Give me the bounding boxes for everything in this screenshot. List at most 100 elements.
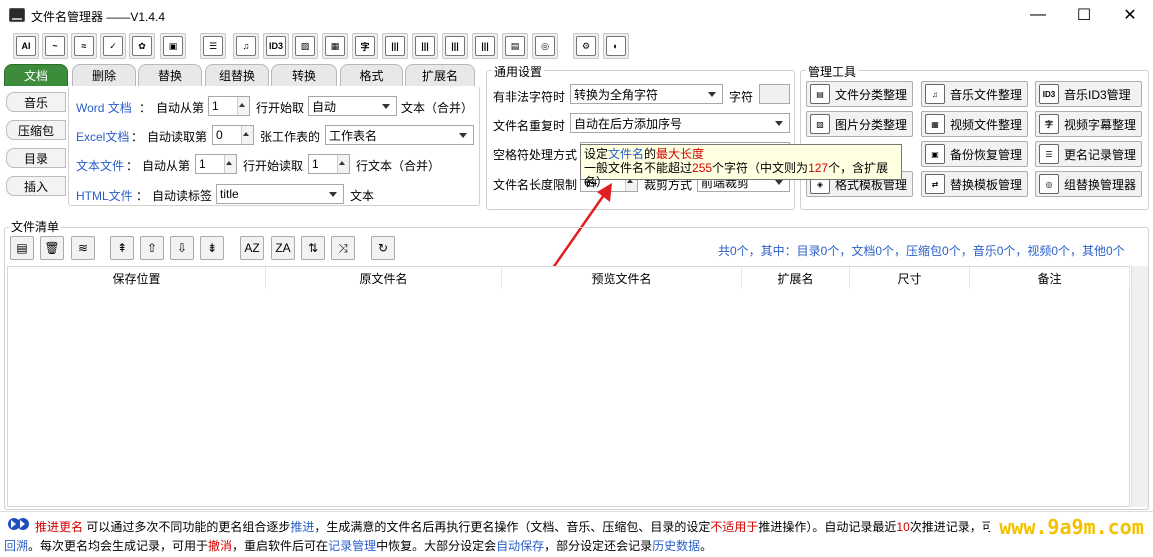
- toolbar-button-2[interactable]: ~: [42, 33, 68, 59]
- list-button-1[interactable]: ▤: [10, 236, 34, 260]
- html-tag-select[interactable]: title: [216, 184, 344, 204]
- toolbar-icon-13: |||: [385, 36, 405, 56]
- list-button-3[interactable]: ≋: [71, 236, 95, 260]
- toolbar-icon-1: AI: [16, 36, 36, 56]
- tab-0[interactable]: 文档: [4, 64, 68, 86]
- minimize-button[interactable]: —: [1015, 0, 1061, 30]
- toolbar-button-9[interactable]: ID3: [263, 33, 289, 59]
- word-start-stepper[interactable]: 1: [208, 96, 250, 116]
- vertical-scrollbar[interactable]: [1131, 266, 1148, 507]
- word-text3: 文本（合并）: [401, 101, 474, 115]
- toolbar-button-16[interactable]: |||: [472, 33, 498, 59]
- list-button-9[interactable]: ZA: [271, 236, 295, 260]
- list-button-5[interactable]: ⇧: [140, 236, 164, 260]
- excel-sheet-select[interactable]: 工作表名: [325, 125, 474, 145]
- tab-4[interactable]: 转换: [271, 64, 337, 86]
- manage-button-1[interactable]: ♫ 音乐文件整理: [921, 81, 1028, 107]
- list-button-12[interactable]: ↻: [371, 236, 395, 260]
- side-tab-0[interactable]: 音乐: [6, 92, 66, 112]
- manage-label-5: 视频字幕整理: [1064, 117, 1137, 132]
- toolbar-button-17[interactable]: ▤: [502, 33, 528, 59]
- status-line-1: 推进更名 可以通过多次不同功能的更名组合逐步推进，生成满意的文件名后再执行更名操…: [35, 520, 994, 534]
- word-mode-select[interactable]: 自动: [308, 96, 397, 116]
- toolbar-icon-2: ~: [45, 36, 65, 56]
- tab-6[interactable]: 扩展名: [405, 64, 475, 86]
- list-button-10[interactable]: ⇅: [301, 236, 325, 260]
- maximize-button[interactable]: ☐: [1061, 0, 1107, 30]
- column-header-0[interactable]: 保存位置: [8, 267, 266, 289]
- toolbar-button-8[interactable]: ♫: [233, 33, 259, 59]
- toolbar-button-1[interactable]: AI: [13, 33, 39, 59]
- list-button-7[interactable]: ⇟: [200, 236, 224, 260]
- text-text2: 行开始读取: [243, 159, 304, 173]
- list-button-8[interactable]: AZ: [240, 236, 264, 260]
- manage-icon-1: ♫: [925, 84, 945, 104]
- manage-button-2[interactable]: ID3 音乐ID3管理: [1035, 81, 1142, 107]
- tab-1[interactable]: 删除: [72, 64, 136, 86]
- excel-sheet-stepper[interactable]: 0: [212, 125, 254, 145]
- manage-button-7[interactable]: ☰ 更名记录管理: [1035, 141, 1142, 167]
- toolbar-button-19[interactable]: ⚙: [573, 33, 599, 59]
- toolbar-icon-7: ☰: [203, 36, 223, 56]
- manage-button-6[interactable]: ▣ 备份恢复管理: [921, 141, 1028, 167]
- toolbar-button-6[interactable]: ▣: [160, 33, 186, 59]
- toolbar-button-18[interactable]: ◎: [532, 33, 558, 59]
- list-button-6[interactable]: ⇩: [170, 236, 194, 260]
- manage-label-6: 备份恢复管理: [950, 147, 1023, 162]
- tab-2[interactable]: 替换: [138, 64, 202, 86]
- excel-colon: ：: [131, 130, 144, 144]
- toolbar-icon-14: |||: [415, 36, 435, 56]
- toolbar-button-10[interactable]: ▨: [292, 33, 318, 59]
- file-list-table[interactable]: [7, 266, 1130, 507]
- duplicate-select[interactable]: 自动在后方添加序号: [570, 113, 790, 133]
- text-label: 文本文件: [76, 159, 125, 173]
- toolbar-icon-17: ▤: [505, 36, 525, 56]
- toolbar-button-4[interactable]: ✓: [100, 33, 126, 59]
- manage-button-3[interactable]: ▨ 图片分类整理: [806, 111, 913, 137]
- column-header-3[interactable]: 扩展名: [742, 267, 850, 289]
- column-header-1[interactable]: 原文件名: [266, 267, 502, 289]
- manage-label-3: 图片分类整理: [835, 117, 908, 132]
- replace-char-input[interactable]: [759, 84, 790, 104]
- manage-icon-9: ⇄: [925, 174, 945, 194]
- toolbar-button-7[interactable]: ☰: [200, 33, 226, 59]
- toolbar-button-20[interactable]: ◐: [603, 33, 629, 59]
- text-colon: ：: [126, 159, 139, 173]
- illegal-char-select[interactable]: 转换为全角字符: [570, 84, 723, 104]
- toolbar-button-13[interactable]: |||: [382, 33, 408, 59]
- toolbar-button-15[interactable]: |||: [442, 33, 468, 59]
- close-button[interactable]: ✕: [1107, 0, 1153, 30]
- illegal-char-label: 有非法字符时: [493, 90, 566, 104]
- side-tab-2[interactable]: 目录: [6, 148, 66, 168]
- list-button-4[interactable]: ⇞: [110, 236, 134, 260]
- toolbar-button-5[interactable]: ✿: [129, 33, 155, 59]
- html-text2: 文本: [350, 189, 375, 203]
- file-list-title: 文件清单: [9, 218, 62, 235]
- tab-3[interactable]: 组替换: [205, 64, 269, 86]
- list-button-11[interactable]: ⤨: [331, 236, 355, 260]
- manage-button-0[interactable]: ▤ 文件分类整理: [806, 81, 913, 107]
- text-start-stepper[interactable]: 1: [195, 154, 237, 174]
- manage-button-10[interactable]: ◎ 组替换管理器: [1035, 171, 1142, 197]
- column-header-2[interactable]: 预览文件名: [502, 267, 742, 289]
- text-text1: 自动从第: [142, 159, 191, 173]
- manage-button-5[interactable]: 字视频字幕整理: [1035, 111, 1142, 137]
- tab-5[interactable]: 格式: [340, 64, 403, 86]
- side-tab-3[interactable]: 插入: [6, 176, 66, 196]
- toolbar-button-3[interactable]: ≈: [71, 33, 97, 59]
- toolbar-button-12[interactable]: 字: [352, 33, 378, 59]
- manage-icon-6: ▣: [925, 144, 945, 164]
- manage-button-4[interactable]: ▦ 视频文件整理: [921, 111, 1028, 137]
- column-header-4[interactable]: 尺寸: [850, 267, 970, 289]
- side-tab-1[interactable]: 压缩包: [6, 120, 66, 140]
- text-rows-stepper[interactable]: 1: [308, 154, 350, 174]
- list-button-2[interactable]: 🗑: [40, 236, 64, 260]
- length-tooltip: 设定文件名的最大长度 一般文件名不能超过255个字符（中文则为127个，含扩展名…: [580, 144, 902, 189]
- manage-button-9[interactable]: ⇄ 替换模板管理: [921, 171, 1028, 197]
- column-header-5[interactable]: 备注: [970, 267, 1130, 289]
- toolbar-button-14[interactable]: |||: [412, 33, 438, 59]
- toolbar-button-11[interactable]: ▦: [322, 33, 348, 59]
- manage-label-0: 文件分类整理: [835, 87, 908, 102]
- general-settings-title: 通用设置: [492, 63, 545, 80]
- toolbar-icon-11: ▦: [325, 36, 345, 56]
